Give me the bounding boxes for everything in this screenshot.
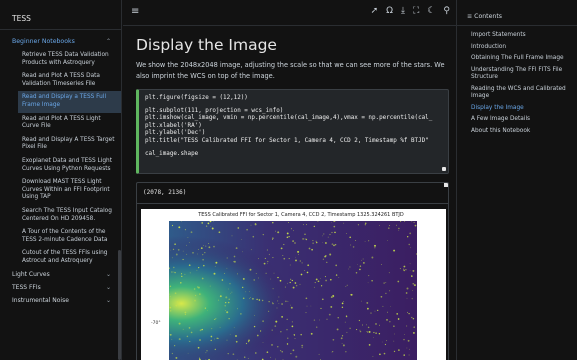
- sidebar-scrollbar[interactable]: [118, 250, 121, 360]
- nav-section-label: Beginner Notebooks: [12, 38, 75, 45]
- sidebar-item[interactable]: Retrieve TESS Data Validation Products w…: [18, 49, 121, 70]
- code-line: plt.imshow(cal_image, vmin = np.percenti…: [145, 115, 433, 122]
- sidebar-item[interactable]: Read and Display a TESS Full Frame Image: [18, 91, 121, 113]
- chevron-up-icon[interactable]: ⌃: [106, 38, 111, 45]
- left-sidebar: TESS Beginner Notebooks ⌃ Retrieve TESS …: [0, 0, 122, 360]
- nav-section-label: Light Curves: [12, 271, 50, 279]
- main-content: Display the Image We show the 2048x2048 …: [123, 26, 456, 360]
- sidebar-item[interactable]: Download MAST TESS Light Curves Within a…: [18, 176, 121, 205]
- chevron-down-icon[interactable]: ⌄: [106, 297, 111, 304]
- code-line: plt.subplot(111, projection = wcs_info): [145, 107, 284, 114]
- code-block: plt.figure(figsize = (12,12)) plt.subplot…: [145, 95, 442, 158]
- plot-figure: TESS Calibrated FFI for Sector 1, Camera…: [141, 209, 446, 360]
- toc-item[interactable]: About this Notebook: [471, 126, 577, 138]
- y-tick-label: -70°: [151, 321, 161, 326]
- toc-item[interactable]: Introduction: [471, 42, 577, 54]
- ffi-image: [169, 221, 417, 360]
- site-title[interactable]: TESS: [0, 0, 121, 30]
- menu-icon[interactable]: ≡: [131, 6, 139, 17]
- chevron-down-icon[interactable]: ⌄: [106, 271, 111, 278]
- moon-icon[interactable]: ☾: [427, 6, 435, 16]
- nav-section-label: TESS FFIs: [12, 284, 41, 292]
- nav-sections: Light Curves ⌄ TESS FFIs ⌄ Instrumental Nois…: [0, 268, 121, 307]
- sidebar-item[interactable]: Exoplanet Data and TESS Light Curves Usi…: [18, 155, 121, 176]
- toc-item[interactable]: Reading the WCS and Calibrated Image: [471, 84, 577, 103]
- output-text: (2078, 2136): [143, 189, 187, 196]
- nav-section[interactable]: Light Curves ⌄: [0, 268, 121, 281]
- toc-item[interactable]: Obtaining The Full Frame Image: [471, 53, 577, 65]
- cell-handle[interactable]: [442, 167, 446, 171]
- output-cell: (2078, 2136) TESS Calibrated FFI for Sec…: [136, 182, 449, 360]
- code-line: plt.ylabel('Dec'): [145, 130, 206, 137]
- sidebar-item[interactable]: Read and Plot A TESS Light Curve File: [18, 113, 121, 134]
- code-line: plt.xlabel('RA'): [145, 122, 202, 129]
- page-title: Display the Image: [136, 36, 277, 54]
- sidebar-item[interactable]: Read and Plot A TESS Data Validation Tim…: [18, 70, 121, 91]
- nav-sub-list: Retrieve TESS Data Validation Products w…: [0, 49, 121, 268]
- toc-item[interactable]: Import Statements: [471, 30, 577, 42]
- output-separator: [137, 203, 448, 204]
- fullscreen-icon[interactable]: ⛶: [413, 6, 419, 16]
- plot-title: TESS Calibrated FFI for Sector 1, Camera…: [198, 212, 404, 218]
- code-line: plt.figure(figsize = (12,12)): [145, 95, 248, 101]
- sidebar-item[interactable]: Search The TESS Input Catalog Centered O…: [18, 205, 121, 226]
- rocket-icon[interactable]: ➚: [371, 6, 379, 16]
- sidebar-item[interactable]: A Tour of the Contents of the TESS 2-min…: [18, 226, 121, 247]
- code-cell[interactable]: plt.figure(figsize = (12,12)) plt.subplot…: [136, 89, 449, 174]
- toc-item[interactable]: Understanding The FFI FITS File Structur…: [471, 65, 577, 84]
- sidebar-item[interactable]: Cutout of the TESS FFIs using Astrocut a…: [18, 247, 121, 268]
- nav-section-beginner-notebooks[interactable]: Beginner Notebooks ⌃: [0, 30, 121, 49]
- sidebar-item[interactable]: Read and Display A TESS Target Pixel Fil…: [18, 134, 121, 155]
- toc-heading-label: Contents: [474, 13, 502, 20]
- toc-heading: ≡ Contents: [457, 0, 577, 26]
- toc-list: Import Statements Introduction Obtaining T…: [457, 26, 577, 137]
- output-handle[interactable]: [444, 183, 448, 187]
- header-icon-group: ➚ Ω ⤓ ⛶ ☾ ⚲: [371, 6, 450, 16]
- ffi-image-svg: [169, 221, 417, 360]
- code-line: plt.title("TESS Calibrated FFI for Secto…: [145, 137, 429, 144]
- chevron-down-icon[interactable]: ⌄: [106, 284, 111, 291]
- toc-item[interactable]: Display the Image: [471, 103, 577, 115]
- github-icon[interactable]: Ω: [386, 6, 393, 16]
- search-icon[interactable]: ⚲: [443, 6, 450, 16]
- nav-section-label: Instrumental Noise: [12, 297, 69, 305]
- nav-section[interactable]: Instrumental Noise ⌄: [0, 294, 121, 307]
- top-header: ≡ ➚ Ω ⤓ ⛶ ☾ ⚲: [123, 0, 456, 26]
- list-icon: ≡: [467, 13, 473, 20]
- nav-section[interactable]: TESS FFIs ⌄: [0, 281, 121, 294]
- right-toc: ≡ Contents Import Statements Introduction…: [456, 0, 577, 360]
- intro-paragraph: We show the 2048x2048 image, adjusting t…: [136, 61, 445, 80]
- code-line: cal_image.shape: [145, 150, 199, 157]
- download-icon[interactable]: ⤓: [401, 6, 405, 16]
- toc-item[interactable]: A Few Image Details: [471, 114, 577, 126]
